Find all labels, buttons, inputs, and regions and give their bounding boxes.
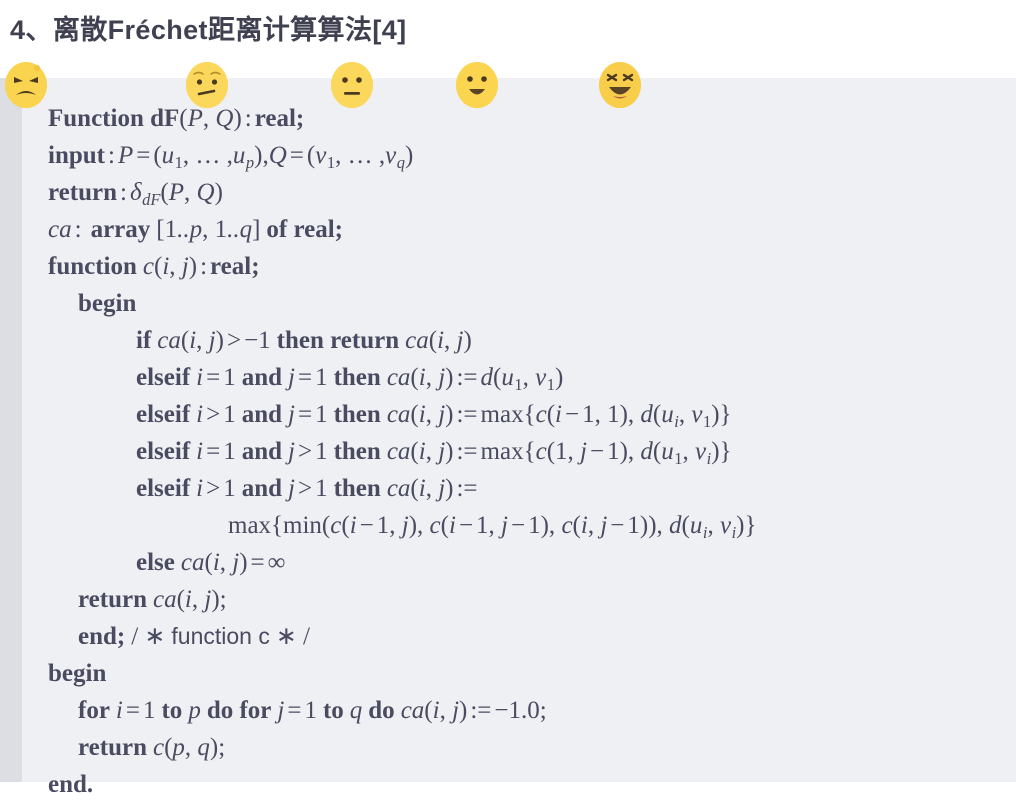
neutral-face-icon[interactable]	[331, 62, 373, 108]
code-line: elseif i = 1 and j = 1 then ca(i, j):= d(u1, v1)	[136, 364, 564, 394]
pseudocode-block: Function dF(P, Q): real; input: P = (u1, … ,…	[0, 78, 1016, 798]
code-line: for i = 1 to p do for j = 1 to q do ca(i, j):= −1.0;	[78, 697, 547, 724]
code-line: elseif i >1 and j >1 then ca(i, j):=	[136, 475, 478, 502]
laughing-face-icon[interactable]	[599, 62, 641, 108]
code-line: elseif i = 1 and j >1 then ca(i, j):= max{c(1, j −…	[136, 438, 732, 468]
code-line: end.	[48, 771, 94, 798]
code-line: elseif i >1 and j = 1 then ca(i, j):= max{c(i −1, …	[136, 401, 732, 431]
angry-face-icon[interactable]	[5, 62, 47, 108]
code-line: ca: array [1..p, 1..q] of real;	[48, 216, 344, 243]
code-line: function c(i, j): real;	[48, 253, 260, 280]
code-block-gutter	[0, 78, 22, 782]
pseudocode-body: Function dF(P, Q): real; input: P = (u1, … ,…	[22, 78, 1016, 798]
code-line: if ca(i, j) > −1 then return ca(i, j)	[136, 327, 472, 354]
worried-face-icon[interactable]	[186, 62, 228, 108]
code-line: input: P = (u1, … ,up),Q = (v1, … ,vq)	[48, 142, 414, 172]
code-line: else ca(i, j) = ∞	[136, 549, 286, 576]
code-line: begin	[48, 660, 107, 687]
code-line: max{min(c(i −1, j), c(i −1, j −1), c(i, j −1…	[228, 512, 757, 542]
code-line: begin	[78, 290, 137, 317]
code-line: return ca(i, j);	[78, 586, 227, 613]
emoji-rating-row[interactable]	[0, 62, 1016, 114]
page-title: 4、离散Fréchet距离计算算法[4]	[10, 15, 407, 45]
code-line: end; / ∗ function c ∗ /	[78, 623, 310, 650]
code-line: return c(p, q);	[78, 734, 226, 761]
code-line: return: δdF(P, Q)	[48, 179, 223, 209]
smiling-face-icon[interactable]	[456, 62, 498, 108]
